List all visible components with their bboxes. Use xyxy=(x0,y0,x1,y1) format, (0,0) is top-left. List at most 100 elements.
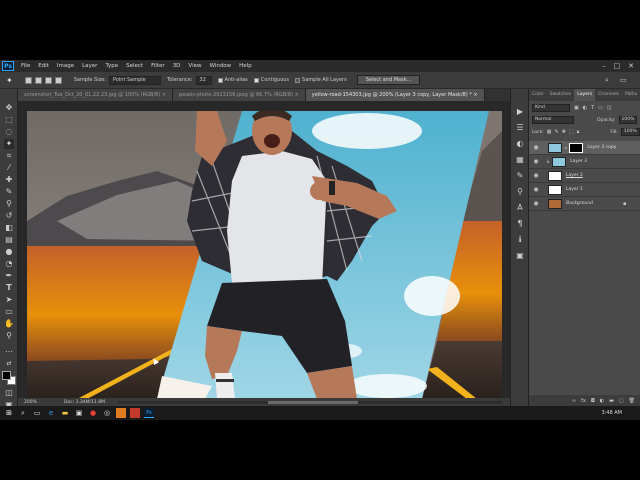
select-and-mask-button[interactable]: Select and Mask... xyxy=(356,75,421,85)
adjustments-panel-icon[interactable]: ◐ xyxy=(515,139,525,149)
tab-swatches[interactable]: Swatches xyxy=(547,89,575,101)
dodge-tool-icon[interactable]: ◔ xyxy=(4,259,14,269)
brush-tool-icon[interactable]: ✎ xyxy=(4,187,14,197)
blend-mode-select[interactable]: Normal xyxy=(532,116,574,124)
path-selection-tool-icon[interactable]: ➤ xyxy=(4,295,14,305)
filter-adjustment-icon[interactable]: ◐ xyxy=(583,105,587,111)
lock-position-icon[interactable]: ✥ xyxy=(562,129,566,135)
brush-settings-icon[interactable]: ✎ xyxy=(515,171,525,181)
filter-type-icon[interactable]: T xyxy=(591,105,594,111)
layer-row-layer-2[interactable]: ◉ Layer 2 xyxy=(529,169,640,183)
lock-paint-icon[interactable]: ✎ xyxy=(555,129,559,135)
layer-row-background[interactable]: ◉ Background ▪ xyxy=(529,197,640,211)
kind-filter-select[interactable]: Kind xyxy=(532,104,570,112)
new-group-icon[interactable]: ▬ xyxy=(609,398,614,404)
add-mask-icon[interactable]: ◘ xyxy=(591,398,595,404)
filter-pixel-icon[interactable]: ▣ xyxy=(574,105,579,111)
tab-layers[interactable]: Layers xyxy=(574,89,596,101)
menu-type[interactable]: Type xyxy=(101,63,122,69)
tab-channels[interactable]: Channels xyxy=(595,89,622,101)
magic-wand-icon[interactable]: ✦ xyxy=(6,76,13,85)
tolerance-input[interactable]: 32 xyxy=(195,75,212,85)
visibility-eye-icon[interactable]: ◉ xyxy=(532,144,540,151)
layer-name[interactable]: Background xyxy=(566,201,593,206)
layer-mask-thumbnail[interactable] xyxy=(569,142,584,153)
new-selection-icon[interactable] xyxy=(24,76,32,84)
layer-name[interactable]: Layer 1 xyxy=(566,187,583,192)
zoom-tool-icon[interactable]: ⚲ xyxy=(4,331,14,341)
menu-image[interactable]: Image xyxy=(53,63,78,69)
layer-name[interactable]: Layer 2 xyxy=(566,173,583,178)
visibility-eye-icon[interactable]: ◉ xyxy=(532,158,540,165)
eyedropper-tool-icon[interactable]: ⁄ xyxy=(4,163,14,173)
menu-layer[interactable]: Layer xyxy=(78,63,101,69)
search-icon[interactable]: ⌕ xyxy=(605,76,609,85)
history-brush-tool-icon[interactable]: ↺ xyxy=(4,211,14,221)
magic-wand-tool-icon[interactable]: ✦ xyxy=(4,139,14,149)
search-icon[interactable]: ⌕ xyxy=(18,408,28,418)
visibility-eye-icon[interactable]: ◉ xyxy=(532,186,540,193)
sample-all-layers-checkbox[interactable] xyxy=(295,77,301,83)
paragraph-panel-icon[interactable]: ¶ xyxy=(515,219,525,229)
menu-filter[interactable]: Filter xyxy=(147,63,169,69)
menu-view[interactable]: View xyxy=(184,63,205,69)
opacity-input[interactable]: 100% xyxy=(618,116,638,124)
scrollbar-thumb[interactable] xyxy=(268,401,358,404)
menu-file[interactable]: File xyxy=(17,63,34,69)
styles-panel-icon[interactable]: ▦ xyxy=(515,155,525,165)
menu-window[interactable]: Window xyxy=(205,63,235,69)
tab-screenshot[interactable]: screenshot_Tue_Oct_20_01.22.23.jpg @ 100… xyxy=(18,89,173,101)
visibility-eye-icon[interactable]: ◉ xyxy=(532,200,540,207)
tab-paths[interactable]: Paths xyxy=(622,89,640,101)
adjustment-layer-icon[interactable]: ◐ xyxy=(600,398,604,404)
file-explorer-icon[interactable]: ▬ xyxy=(60,408,70,418)
lasso-tool-icon[interactable]: ◌ xyxy=(4,127,14,137)
windows-start-icon[interactable]: ⊞ xyxy=(4,408,14,418)
lock-all-icon[interactable]: 🔒︎ xyxy=(577,129,580,135)
foreground-color-swatch[interactable] xyxy=(2,371,11,380)
menu-help[interactable]: Help xyxy=(235,63,256,69)
swap-colors-icon[interactable]: ⇄ xyxy=(4,359,14,369)
taskbar-clock[interactable]: 3:48 AM xyxy=(601,406,622,420)
gradient-tool-icon[interactable]: ▤ xyxy=(4,235,14,245)
lock-pixels-icon[interactable]: ▦ xyxy=(547,129,552,135)
visibility-eye-icon[interactable]: ◉ xyxy=(532,172,540,179)
tab-pexels-photo[interactable]: pexels-photo-2923156.jpeg @ 66.7% (RGB/8… xyxy=(172,89,306,101)
history-panel-icon[interactable]: ▶ xyxy=(515,107,525,117)
delete-layer-icon[interactable]: 🗑︎ xyxy=(629,398,635,404)
store-icon[interactable]: ▣ xyxy=(74,408,84,418)
layer-row-layer-3[interactable]: ◉ ↳ Layer 3 xyxy=(529,155,640,169)
crop-tool-icon[interactable]: ⌗ xyxy=(4,151,14,161)
glyphs-panel-icon[interactable]: ▣ xyxy=(515,251,525,261)
clone-source-icon[interactable]: ⚲ xyxy=(515,187,525,197)
workspace-icon[interactable]: ▭ xyxy=(620,76,627,84)
hand-tool-icon[interactable]: ✋ xyxy=(4,319,14,329)
edge-icon[interactable]: e xyxy=(46,408,56,418)
more-tools-icon[interactable]: … xyxy=(4,345,14,355)
filter-shape-icon[interactable]: ▭ xyxy=(598,105,603,111)
info-panel-icon[interactable]: ℹ xyxy=(515,235,525,245)
quick-mask-icon[interactable]: ◫ xyxy=(4,388,14,398)
sample-size-select[interactable]: Point Sample xyxy=(109,75,161,85)
eraser-tool-icon[interactable]: ◧ xyxy=(4,223,14,233)
lock-artboard-icon[interactable]: ⬚ xyxy=(569,129,574,135)
shape-tool-icon[interactable]: ▭ xyxy=(4,307,14,317)
add-selection-icon[interactable] xyxy=(34,76,42,84)
menu-select[interactable]: Select xyxy=(122,63,147,69)
layer-row-layer-1[interactable]: ◉ Layer 1 xyxy=(529,183,640,197)
minimize-button[interactable]: – xyxy=(602,62,606,70)
task-view-icon[interactable]: ▭ xyxy=(32,408,42,418)
filter-smart-icon[interactable]: ◫ xyxy=(607,105,612,111)
blur-tool-icon[interactable]: ● xyxy=(4,247,14,257)
zoom-level[interactable]: 200% xyxy=(24,400,54,405)
subtract-selection-icon[interactable] xyxy=(44,76,52,84)
close-button[interactable]: ✕ xyxy=(628,62,634,70)
layer-name[interactable]: Layer 3 copy xyxy=(587,145,616,150)
new-layer-icon[interactable]: ▢ xyxy=(619,398,624,404)
healing-brush-tool-icon[interactable]: ✚ xyxy=(4,175,14,185)
intersect-selection-icon[interactable] xyxy=(54,76,62,84)
character-panel-icon[interactable]: A xyxy=(515,203,525,213)
marquee-tool-icon[interactable]: ⬚ xyxy=(4,115,14,125)
layer-row-layer-3-copy[interactable]: ◉ ∞ Layer 3 copy xyxy=(529,141,640,155)
maximize-button[interactable]: □ xyxy=(614,62,621,70)
